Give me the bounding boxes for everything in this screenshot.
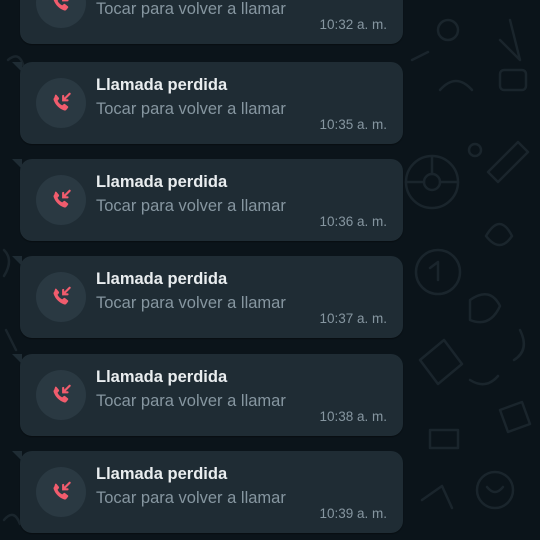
missed-call-icon-circle: [36, 370, 86, 420]
missed-call-icon: [53, 92, 71, 111]
message-subtitle: Tocar para volver a llamar: [96, 392, 286, 410]
missed-call-message[interactable]: Llamada perdida Tocar para volver a llam…: [12, 256, 403, 338]
missed-call-icon: [53, 189, 71, 208]
message-subtitle: Tocar para volver a llamar: [96, 0, 286, 18]
message-time: 10:37 a. m.: [319, 311, 387, 326]
message-title: Llamada perdida: [96, 270, 228, 288]
chat-message-list: Tocar para volver a llamar 10:32 a. m. L…: [0, 0, 540, 540]
missed-call-message[interactable]: Tocar para volver a llamar 10:32 a. m.: [20, 0, 403, 44]
message-subtitle: Tocar para volver a llamar: [96, 197, 286, 215]
message-title: Llamada perdida: [96, 465, 228, 483]
bubble-tail: [12, 354, 22, 364]
message-time: 10:38 a. m.: [319, 409, 387, 424]
missed-call-icon-circle: [36, 0, 86, 28]
missed-call-message[interactable]: Llamada perdida Tocar para volver a llam…: [12, 159, 403, 241]
missed-call-icon: [53, 286, 71, 305]
message-subtitle: Tocar para volver a llamar: [96, 100, 286, 118]
missed-call-message[interactable]: Llamada perdida Tocar para volver a llam…: [12, 354, 403, 436]
missed-call-icon-circle: [36, 272, 86, 322]
bubble-tail: [12, 159, 22, 169]
message-title: Llamada perdida: [96, 173, 228, 191]
missed-call-icon: [53, 384, 71, 403]
message-subtitle: Tocar para volver a llamar: [96, 489, 286, 507]
message-time: 10:36 a. m.: [319, 214, 387, 229]
missed-call-icon-circle: [36, 467, 86, 517]
message-time: 10:39 a. m.: [319, 506, 387, 521]
missed-call-icon-circle: [36, 175, 86, 225]
missed-call-message[interactable]: Llamada perdida Tocar para volver a llam…: [12, 451, 403, 533]
message-subtitle: Tocar para volver a llamar: [96, 294, 286, 312]
missed-call-icon: [53, 0, 69, 11]
missed-call-icon-circle: [36, 78, 86, 128]
message-title: Llamada perdida: [96, 368, 228, 386]
bubble-tail: [12, 62, 22, 72]
message-time: 10:32 a. m.: [319, 17, 387, 32]
missed-call-icon: [53, 481, 71, 500]
message-title: Llamada perdida: [96, 76, 228, 94]
missed-call-message[interactable]: Llamada perdida Tocar para volver a llam…: [12, 62, 403, 144]
bubble-tail: [12, 451, 22, 461]
bubble-tail: [12, 256, 22, 266]
message-time: 10:35 a. m.: [319, 117, 387, 132]
